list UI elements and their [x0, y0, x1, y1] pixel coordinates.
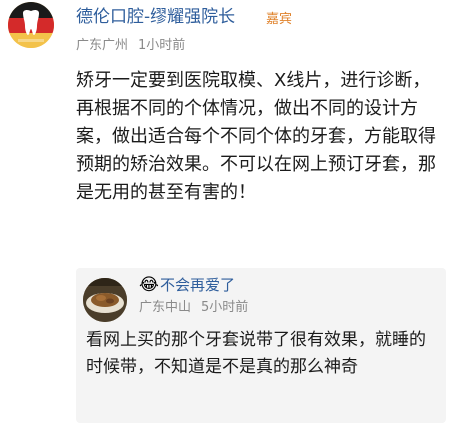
tooth-logo-icon [8, 2, 54, 48]
author-name-link[interactable]: 德伦口腔-缪耀强院长 [76, 5, 235, 29]
comment-thread: 德伦口腔-缪耀强院长 嘉宾 广东广州 1小时前 矫牙一定要到医院取模、X线片，进行… [0, 0, 451, 423]
comment-time: 1小时前 [138, 38, 186, 53]
reply-card[interactable]: 😂 不会再爱了 广东中山 5小时前 看网上买的那个牙套说带了很有效果，就睡的时候带… [76, 268, 446, 423]
reply-meta: 广东中山 5小时前 [139, 298, 248, 318]
comment-body: 矫牙一定要到医院取模、X线片，进行诊断，再根据不同的个体情况，做出不同的设计方案… [76, 70, 436, 203]
author-avatar[interactable] [8, 2, 54, 48]
guest-badge: 嘉宾 [266, 12, 293, 27]
comment-location: 广东广州 [76, 38, 129, 53]
reply-avatar[interactable] [83, 278, 127, 322]
reply-location: 广东中山 [139, 300, 192, 315]
food-photo-icon [83, 278, 127, 322]
reply-time: 5小时前 [201, 300, 249, 315]
reply-body: 看网上买的那个牙套说带了很有效果，就睡的时候带，不知道是不是真的那么神奇 [86, 330, 426, 377]
laughing-emoji-icon: 😂 [139, 275, 159, 295]
comment-meta: 广东广州 1小时前 [76, 36, 185, 56]
reply-author-name-link[interactable]: 不会再爱了 [160, 274, 235, 296]
